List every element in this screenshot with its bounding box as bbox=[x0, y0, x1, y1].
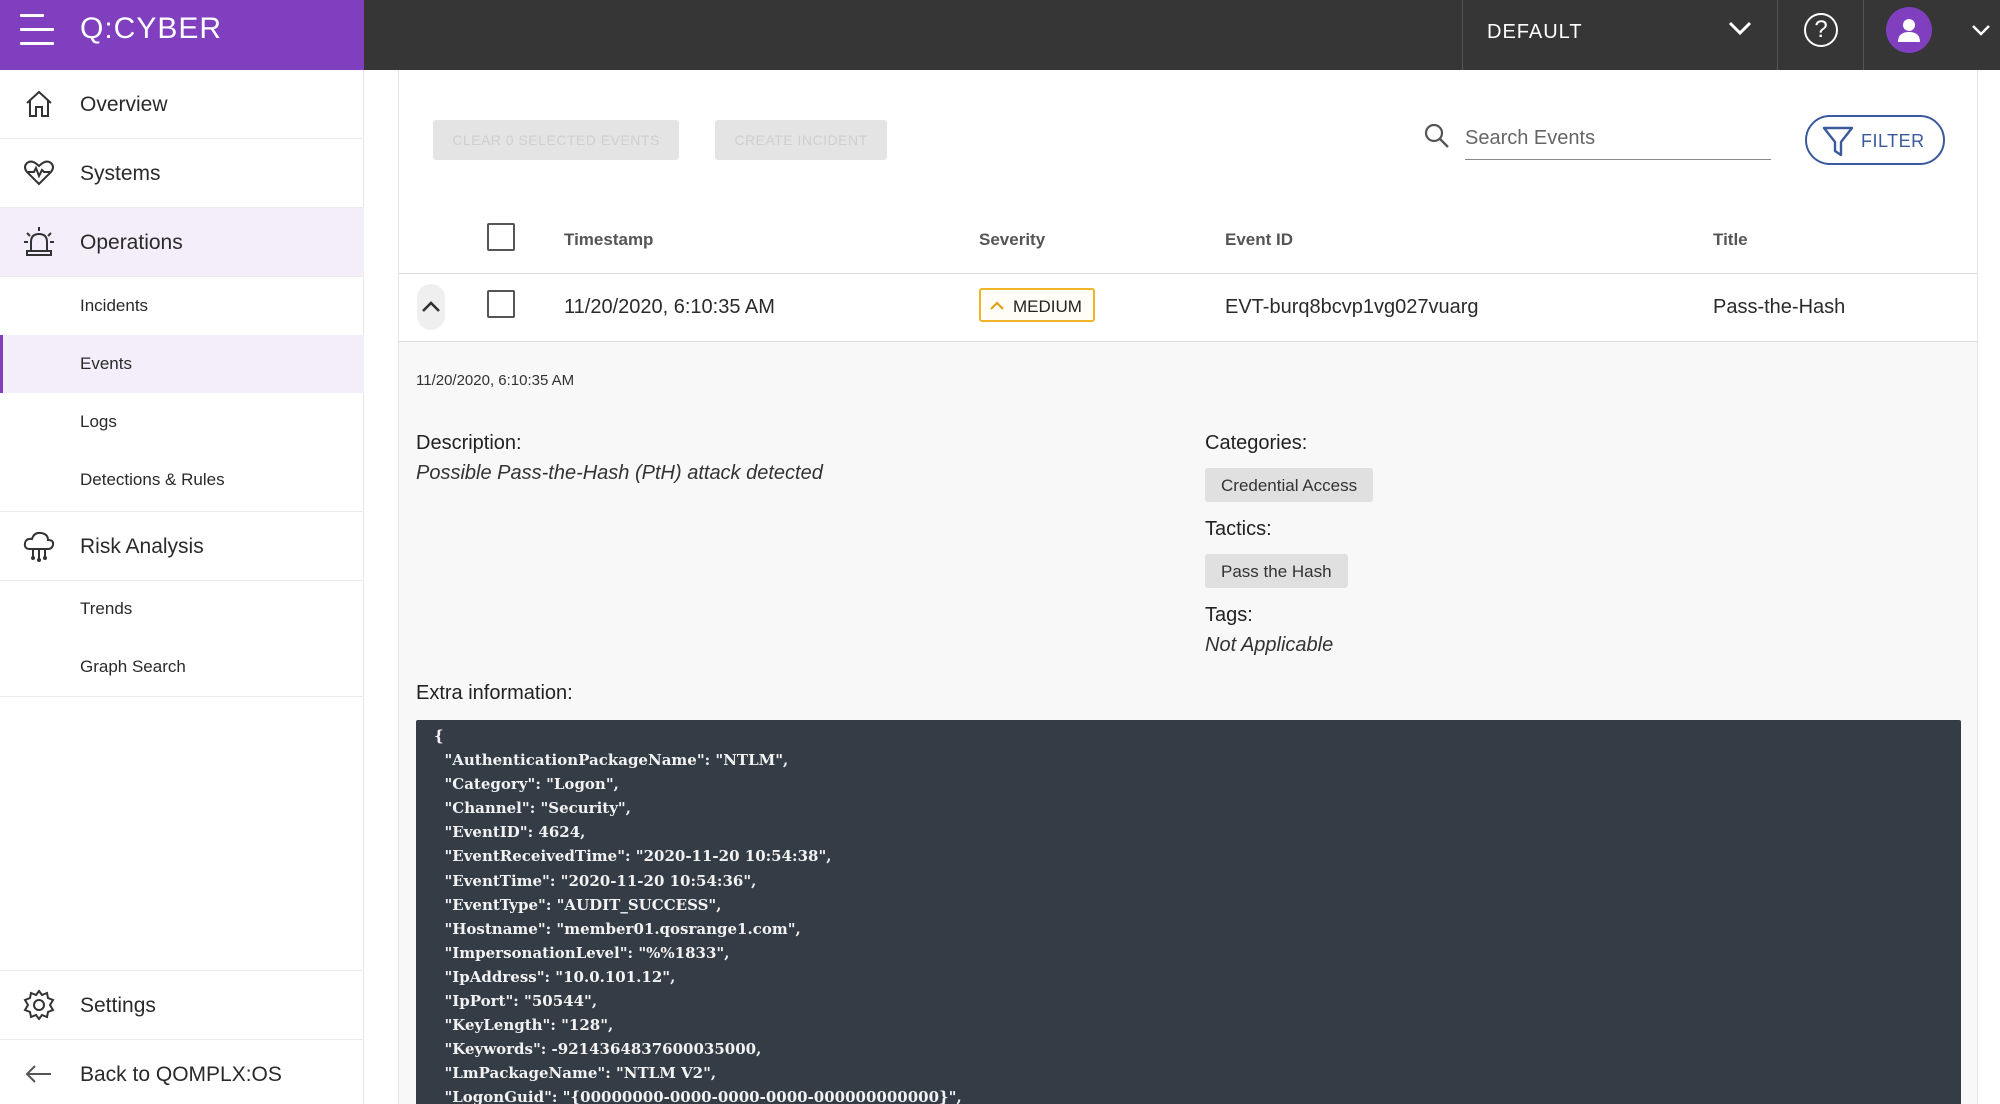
sidebar: Overview Systems Operations Incidents Ev… bbox=[0, 70, 364, 1104]
collapse-row-button[interactable] bbox=[417, 284, 445, 330]
description-text: Possible Pass-the-Hash (PtH) attack dete… bbox=[416, 462, 823, 484]
extra-information-label: Extra information: bbox=[416, 682, 573, 704]
sidebar-item-settings[interactable]: Settings bbox=[0, 971, 364, 1040]
top-bar: Q:CYBER DEFAULT ? bbox=[0, 0, 2000, 70]
sidebar-item-label: Operations bbox=[80, 231, 183, 254]
user-menu-chevron-icon[interactable] bbox=[1970, 22, 1992, 38]
sidebar-item-label: Events bbox=[80, 354, 132, 373]
arrow-left-icon bbox=[25, 1065, 51, 1083]
row-timestamp: 11/20/2020, 6:10:35 AM bbox=[564, 296, 775, 318]
search-events-input[interactable] bbox=[1465, 118, 1771, 160]
column-header-event-id[interactable]: Event ID bbox=[1225, 230, 1293, 250]
tenant-label: DEFAULT bbox=[1487, 21, 1583, 43]
sidebar-item-label: Logs bbox=[80, 412, 117, 431]
sidebar-item-label: Settings bbox=[80, 994, 156, 1017]
column-header-severity[interactable]: Severity bbox=[979, 230, 1045, 250]
gear-icon bbox=[23, 989, 55, 1021]
sidebar-item-label: Incidents bbox=[80, 296, 149, 315]
alarm-icon bbox=[24, 227, 54, 256]
sidebar-item-label: Trends bbox=[80, 599, 133, 618]
table-row[interactable]: 11/20/2020, 6:10:35 AM MEDIUM EVT-burq8b… bbox=[399, 274, 1977, 342]
sidebar-item-risk-analysis[interactable]: Risk Analysis bbox=[0, 512, 364, 581]
tenant-dropdown[interactable]: DEFAULT bbox=[1462, 0, 1778, 70]
sidebar-item-trends[interactable]: Trends bbox=[0, 580, 364, 638]
row-event-id: EVT-burq8bcvp1vg027vuarg bbox=[1225, 296, 1479, 318]
funnel-icon bbox=[1822, 126, 1854, 157]
tags-value: Not Applicable bbox=[1205, 634, 1334, 656]
sidebar-item-operations[interactable]: Operations bbox=[0, 208, 364, 277]
filter-label: FILTER bbox=[1861, 131, 1925, 151]
category-chip: Credential Access bbox=[1205, 468, 1374, 502]
heartbeat-icon bbox=[24, 160, 54, 186]
sidebar-item-incidents[interactable]: Incidents bbox=[0, 277, 364, 335]
chevron-up-icon bbox=[422, 301, 440, 312]
search-icon bbox=[1424, 123, 1449, 148]
sidebar-item-label: Systems bbox=[80, 162, 161, 185]
sidebar-item-label: Risk Analysis bbox=[80, 535, 204, 558]
column-header-title[interactable]: Title bbox=[1713, 230, 1748, 250]
chevron-down-icon bbox=[1728, 21, 1752, 36]
column-header-timestamp[interactable]: Timestamp bbox=[564, 230, 653, 250]
tags-label: Tags: bbox=[1205, 604, 1253, 626]
help-icon: ? bbox=[1804, 13, 1838, 47]
tactics-label: Tactics: bbox=[1205, 518, 1272, 540]
detail-timestamp: 11/20/2020, 6:10:35 AM bbox=[416, 372, 575, 389]
categories-label: Categories: bbox=[1205, 432, 1308, 454]
user-avatar[interactable] bbox=[1886, 7, 1932, 53]
tactic-chip: Pass the Hash bbox=[1205, 554, 1348, 588]
sidebar-item-graph-search[interactable]: Graph Search bbox=[0, 638, 364, 696]
cloud-network-icon bbox=[23, 531, 55, 562]
home-icon bbox=[26, 90, 52, 117]
brand-area: Q:CYBER bbox=[0, 0, 364, 70]
severity-badge: MEDIUM bbox=[979, 288, 1095, 322]
extra-information-code-block: { "AuthenticationPackageName": "NTLM", "… bbox=[416, 720, 1961, 1104]
sidebar-item-label: Back to QOMPLX:OS bbox=[80, 1063, 282, 1086]
scrollbar[interactable] bbox=[1978, 70, 2000, 1104]
create-incident-button[interactable]: CREATE INCIDENT bbox=[715, 120, 887, 160]
help-button[interactable]: ? bbox=[1778, 0, 1864, 70]
app-logo: Q:CYBER bbox=[80, 12, 223, 45]
sidebar-item-back[interactable]: Back to QOMPLX:OS bbox=[0, 1040, 364, 1104]
hamburger-menu-icon[interactable] bbox=[20, 14, 54, 46]
select-all-checkbox[interactable] bbox=[487, 223, 515, 251]
user-icon bbox=[1898, 19, 1920, 42]
filter-button[interactable]: FILTER bbox=[1805, 115, 1945, 165]
sidebar-item-systems[interactable]: Systems bbox=[0, 139, 364, 208]
sidebar-item-label: Detections & Rules bbox=[80, 470, 225, 489]
extra-information-json: { "AuthenticationPackageName": "NTLM", "… bbox=[434, 727, 962, 1104]
description-label: Description: bbox=[416, 432, 522, 454]
event-detail-panel: 11/20/2020, 6:10:35 AM Description: Poss… bbox=[399, 342, 1977, 1104]
sidebar-item-label: Overview bbox=[80, 93, 168, 116]
sidebar-item-logs[interactable]: Logs bbox=[0, 393, 364, 451]
row-title: Pass-the-Hash bbox=[1713, 296, 1846, 318]
clear-selected-events-button[interactable]: CLEAR 0 SELECTED EVENTS bbox=[433, 120, 679, 160]
sidebar-item-detections[interactable]: Detections & Rules bbox=[0, 451, 364, 509]
sidebar-item-events[interactable]: Events bbox=[0, 335, 364, 393]
row-select-checkbox[interactable] bbox=[487, 290, 515, 318]
chevron-up-icon bbox=[990, 301, 1004, 310]
severity-label: MEDIUM bbox=[1013, 297, 1082, 316]
sidebar-item-label: Graph Search bbox=[80, 657, 186, 676]
divider bbox=[0, 696, 364, 697]
events-panel: CLEAR 0 SELECTED EVENTS CREATE INCIDENT … bbox=[398, 70, 1978, 1104]
sidebar-item-overview[interactable]: Overview bbox=[0, 70, 364, 139]
